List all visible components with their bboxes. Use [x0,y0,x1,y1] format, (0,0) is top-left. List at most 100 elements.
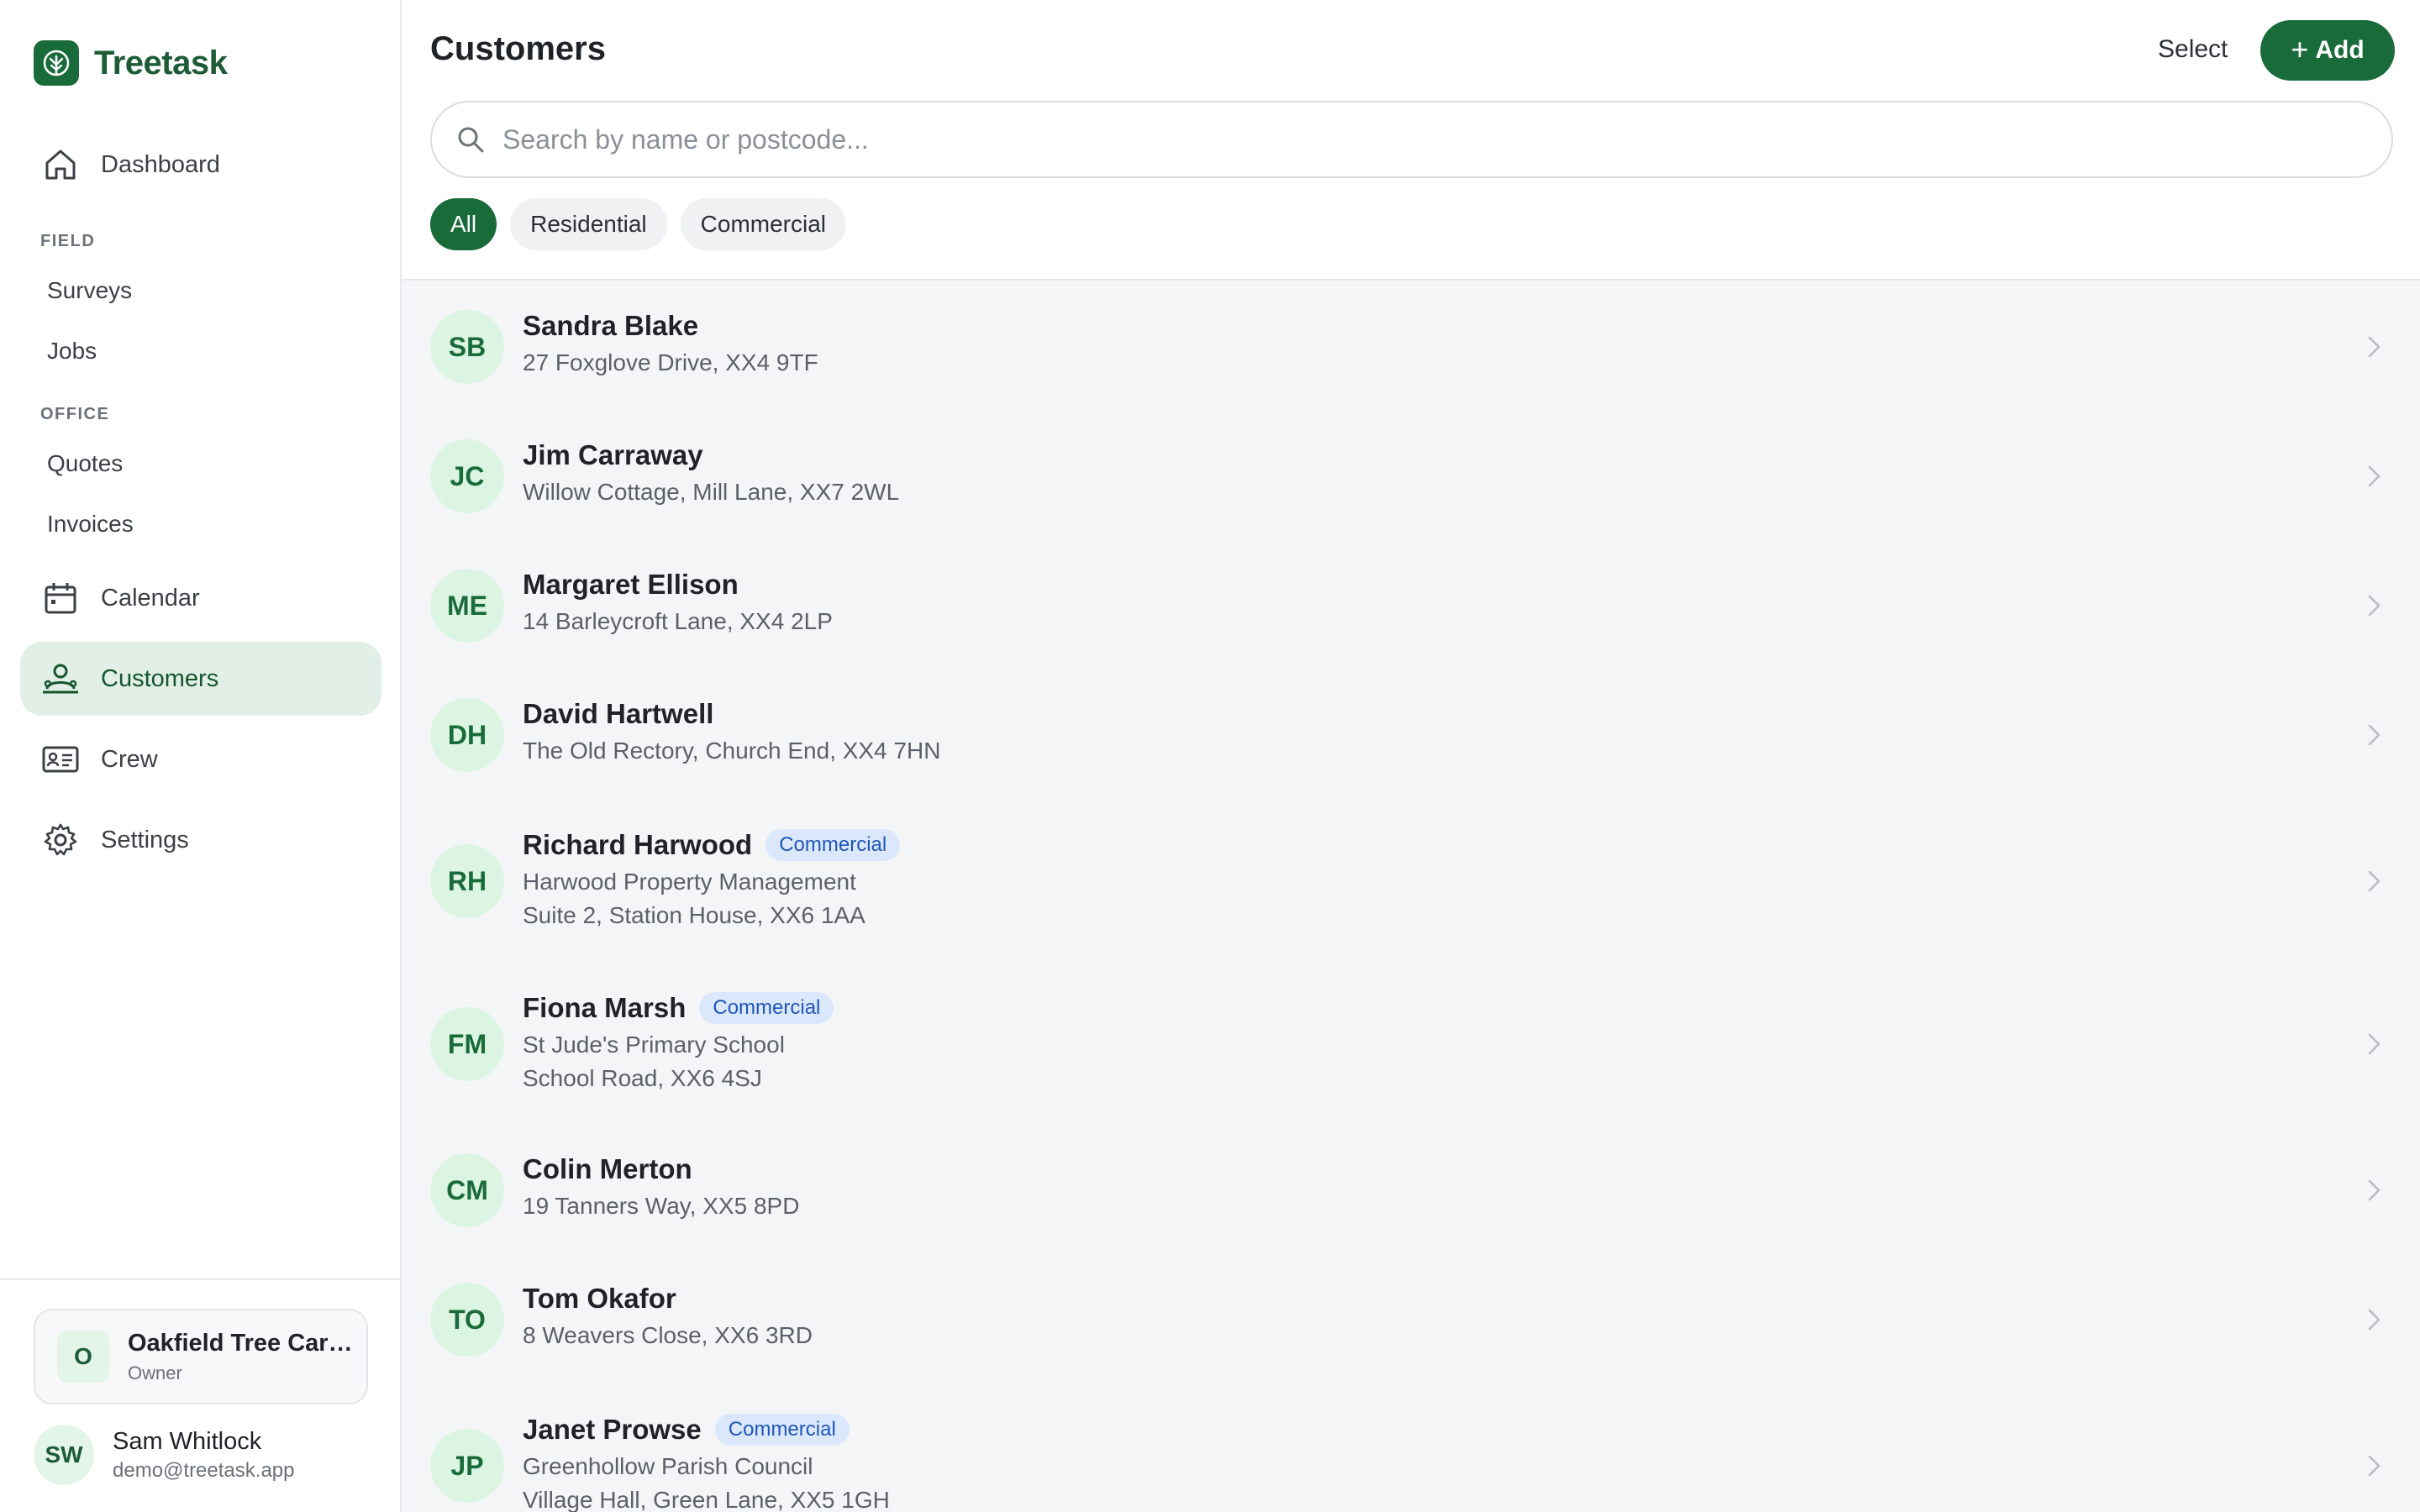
list-item[interactable]: FM Fiona Marsh Commercial St Jude's Primary… [402,963,2420,1126]
home-icon [40,144,81,185]
search-input[interactable] [502,123,2351,155]
avatar: ME [430,569,504,643]
customer-address-line: 27 Foxglove Drive, XX4 9TF [523,349,818,375]
list-item[interactable]: JP Janet Prowse Commercial Greenhollow Pari… [402,1384,2420,1512]
page-title: Customers [430,30,606,67]
customer-name: Margaret Ellison [523,569,739,600]
avatar: JC [430,439,504,513]
customer-info: Janet Prowse Commercial Greenhollow Parish… [523,1411,890,1512]
list-item[interactable]: SB Sandra Blake 27 Foxglove Drive, XX4 9TF [402,282,2420,412]
sidebar-item-settings[interactable]: Settings [20,803,381,877]
organisation-role: Owner [128,1362,182,1383]
customer-address-line: The Old Rectory, Church End, XX4 7HN [523,738,941,764]
organisation-info: Oakfield Tree Care Ltd Owner [128,1330,355,1384]
sidebar-item-label: Calendar [101,584,200,612]
customer-address-line: 19 Tanners Way, XX5 8PD [523,1193,800,1219]
list-item[interactable]: JC Jim Carraway Willow Cottage, Mill Lane,… [402,412,2420,541]
sidebar-item-calendar[interactable]: Calendar [20,561,381,635]
sidebar-item-invoices[interactable]: Invoices [47,511,134,538]
customer-address-line: Village Hall, Green Lane, XX5 1GH [523,1487,890,1512]
customer-name: Tom Okafor [523,1283,676,1314]
customer-info: Richard Harwood Commercial Harwood Propert… [523,827,901,931]
search-bar[interactable] [430,101,2393,178]
section-label-field: FIELD [40,232,96,250]
customer-name: Colin Merton [523,1153,692,1184]
avatar: SW [34,1425,94,1485]
avatar: RH [430,844,504,918]
user-profile[interactable]: SW Sam Whitlock demo@treetask.app [34,1425,294,1485]
customer-address-line: Willow Cottage, Mill Lane, XX7 2WL [523,479,900,505]
avatar: DH [430,698,504,772]
customer-name-line: Tom Okafor [523,1280,813,1317]
chevron-right-icon [2368,1455,2381,1477]
customer-name: Fiona Marsh [523,992,687,1023]
customer-address-line: School Road, XX6 4SJ [523,1065,762,1091]
select-button[interactable]: Select [2158,35,2228,64]
app-window: Treetask Dashboard FIELD Surveys Jobs OF… [0,0,2420,1512]
sidebar-item-customers[interactable]: Customers [20,642,381,716]
chevron-right-icon [2368,870,2381,892]
list-item[interactable]: ME Margaret Ellison 14 Barleycroft Lane, X… [402,541,2420,670]
customer-name-line: Sandra Blake [523,307,818,344]
sidebar-item-jobs[interactable]: Jobs [47,338,97,365]
avatar: CM [430,1153,504,1227]
sidebar-item-crew[interactable]: Crew [20,722,381,796]
list-item[interactable]: RH Richard Harwood Commercial Harwood Prope… [402,800,2420,963]
sidebar-item-quotes[interactable]: Quotes [47,450,123,477]
customer-address-line: St Jude's Primary School [523,1032,785,1058]
customer-info: Sandra Blake 27 Foxglove Drive, XX4 9TF [523,307,818,378]
section-label-office: OFFICE [40,405,110,423]
customer-address-line: Harwood Property Management [523,869,856,895]
list-item[interactable]: DH David Hartwell The Old Rectory, Church … [402,670,2420,800]
filter-chip-all[interactable]: All [430,198,497,250]
search-icon [458,127,484,153]
gear-icon [40,820,81,860]
list-item[interactable]: TO Tom Okafor 8 Weavers Close, XX6 3RD [402,1255,2420,1384]
customer-name-line: Fiona Marsh Commercial [523,990,834,1026]
brand[interactable]: Treetask [34,40,228,86]
customer-name: Janet Prowse [523,1414,702,1445]
customer-info: Colin Merton 19 Tanners Way, XX5 8PD [523,1151,799,1221]
avatar: JP [430,1429,504,1503]
chevron-right-icon [2368,595,2381,617]
avatar: TO [430,1283,504,1357]
filter-chip-residential[interactable]: Residential [510,198,667,250]
customer-info: Tom Okafor 8 Weavers Close, XX6 3RD [523,1280,813,1351]
customer-info: David Hartwell The Old Rectory, Church En… [523,696,940,766]
customer-name-line: Margaret Ellison [523,566,833,603]
organisation-switcher[interactable]: O Oakfield Tree Care Ltd Owner [34,1309,368,1404]
customer-name-line: Janet Prowse Commercial [523,1411,890,1448]
customer-name: Jim Carraway [523,439,703,470]
add-button-label: Add [2315,36,2365,64]
chevron-right-icon [2368,465,2381,487]
customers-icon [40,659,81,699]
customer-info: Jim Carraway Willow Cottage, Mill Lane, X… [523,437,899,507]
customer-name-line: Jim Carraway [523,437,899,474]
brand-name: Treetask [94,44,228,81]
chevron-right-icon [2368,1033,2381,1055]
chevron-right-icon [2368,1309,2381,1331]
sidebar-item-surveys[interactable]: Surveys [47,277,132,304]
add-customer-button[interactable]: + Add [2260,20,2395,81]
customer-address-line: 14 Barleycroft Lane, XX4 2LP [523,608,833,634]
status-badge: Commercial [699,992,834,1024]
filter-chip-commercial[interactable]: Commercial [680,198,847,250]
sidebar-item-dashboard[interactable]: Dashboard [20,128,381,202]
customer-info: Fiona Marsh Commercial St Jude's Primary S… [523,990,834,1094]
tree-logo-icon [34,40,79,86]
customer-address-line: 8 Weavers Close, XX6 3RD [523,1322,813,1348]
customer-list: SB Sandra Blake 27 Foxglove Drive, XX4 9TF… [402,282,2420,1512]
user-name: Sam Whitlock [113,1427,262,1455]
user-email: demo@treetask.app [113,1458,295,1482]
customer-name-line: David Hartwell [523,696,940,732]
chevron-right-icon [2368,336,2381,358]
page-header: Customers Select + Add AllResidentialCom… [402,0,2420,281]
list-item[interactable]: CM Colin Merton 19 Tanners Way, XX5 8PD [402,1126,2420,1255]
sidebar-item-label: Crew [101,745,158,773]
chevron-right-icon [2368,724,2381,746]
customer-address-line: Suite 2, Station House, XX6 1AA [523,902,865,928]
sidebar-footer: O Oakfield Tree Care Ltd Owner SW Sam Wh… [0,1278,402,1512]
avatar: SB [430,310,504,384]
calendar-icon [40,578,81,618]
sidebar-item-label: Customers [101,664,219,692]
